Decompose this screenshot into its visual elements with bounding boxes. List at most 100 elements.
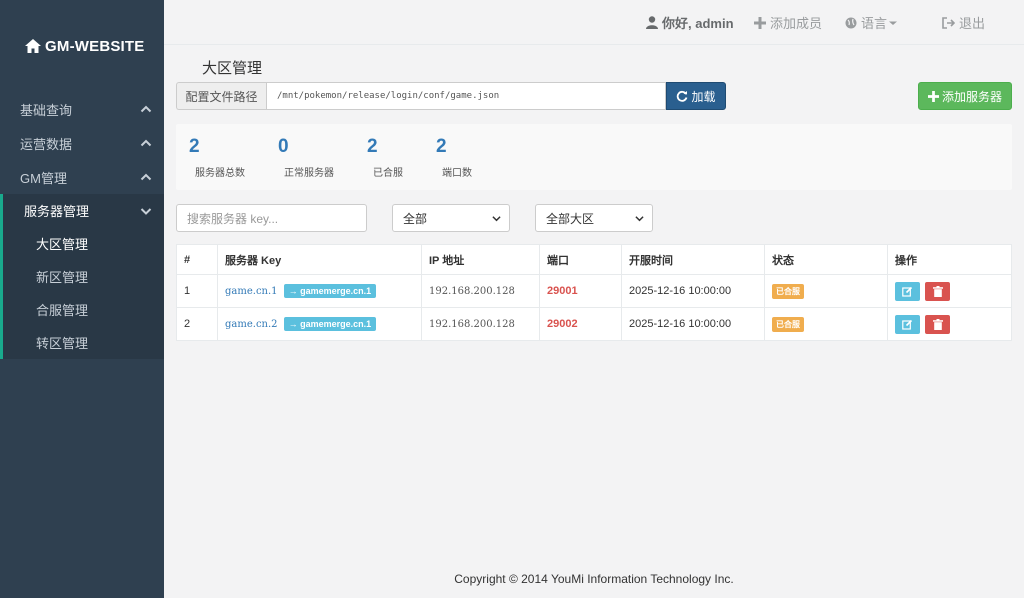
merge-target-label: → gamemerge.cn.1 xyxy=(283,317,377,331)
table-header-row: # 服务器 Key IP 地址 端口 开服时间 状态 操作 xyxy=(176,244,1012,275)
add-member-label: 添加成员 xyxy=(770,16,823,31)
status-badge: 已合服 xyxy=(772,316,804,332)
row-ip: 192.168.200.128 xyxy=(421,307,540,341)
chevron-up-icon xyxy=(140,173,152,181)
stat-label: 服务器总数 xyxy=(195,168,245,179)
globe-icon xyxy=(845,17,857,28)
table-row: 2 game.cn.2 → gamemerge.cn.1 192.168.200… xyxy=(176,307,1012,341)
edit-icon xyxy=(902,286,913,297)
row-open-time: 2025-12-16 10:00:00 xyxy=(621,274,765,308)
page-title: 大区管理 xyxy=(202,60,263,77)
load-button[interactable]: 加载 xyxy=(666,82,726,110)
row-actions xyxy=(887,274,1012,308)
stat-port-count: 2 端口数 xyxy=(436,136,472,179)
chevron-down-icon xyxy=(492,215,501,221)
delete-button[interactable] xyxy=(925,281,951,301)
delete-button[interactable] xyxy=(925,314,951,334)
footer-copyright: Copyright © 2014 YouMi Information Techn… xyxy=(454,572,734,586)
stat-number: 2 xyxy=(189,136,200,157)
greeting-text: 你好, admin xyxy=(662,16,734,31)
status-select[interactable]: 全部 xyxy=(392,204,510,232)
config-path-group: 配置文件路径 /mnt/pokemon/release/login/conf/g… xyxy=(176,82,726,110)
add-member-link[interactable]: 添加成员 xyxy=(754,0,822,45)
refresh-icon xyxy=(677,90,688,102)
submenu-item-new-region[interactable]: 新区管理 xyxy=(3,260,164,293)
col-open-time: 开服时间 xyxy=(621,244,765,275)
submenu-item-merge-server[interactable]: 合服管理 xyxy=(3,293,164,326)
region-select-value: 全部大区 xyxy=(546,211,595,226)
row-port: 29001 xyxy=(539,274,622,308)
stat-normal-servers: 0 正常服务器 xyxy=(278,136,334,179)
sign-out-icon xyxy=(942,16,955,29)
sidebar-item-server-management[interactable]: 服务器管理 xyxy=(0,194,164,227)
stat-number: 0 xyxy=(278,136,289,157)
trash-icon xyxy=(932,318,943,330)
sidebar-item-gm-management[interactable]: GM管理 xyxy=(0,160,164,194)
col-port: 端口 xyxy=(539,244,622,275)
submenu-item-transfer-region[interactable]: 转区管理 xyxy=(3,326,164,359)
row-ip: 192.168.200.128 xyxy=(421,274,540,308)
row-index: 1 xyxy=(176,274,218,308)
add-server-button[interactable]: 添加服务器 xyxy=(918,82,1012,110)
edit-button[interactable] xyxy=(895,281,920,301)
logout-link[interactable]: 退出 xyxy=(942,0,985,45)
sidebar-item-basic-query[interactable]: 基础查询 xyxy=(0,92,164,126)
plus-icon xyxy=(754,16,766,29)
stat-merged-servers: 2 已合服 xyxy=(367,136,403,179)
language-dropdown[interactable]: 语言 xyxy=(845,0,901,45)
row-server-key: game.cn.1 → gamemerge.cn.1 xyxy=(217,274,422,308)
merge-target-label: → gamemerge.cn.1 xyxy=(283,284,377,298)
sidebar-item-label: GM管理 xyxy=(20,170,67,186)
edit-button[interactable] xyxy=(895,314,920,334)
row-port: 29002 xyxy=(539,307,622,341)
status-badge: 已合服 xyxy=(772,283,804,299)
col-actions: 操作 xyxy=(887,244,1012,275)
stat-label: 已合服 xyxy=(373,168,403,179)
stat-total-servers: 2 服务器总数 xyxy=(189,136,245,179)
sidebar-item-label: 服务器管理 xyxy=(24,204,90,219)
chevron-up-icon xyxy=(140,139,152,147)
plus-icon xyxy=(927,90,939,102)
stat-number: 2 xyxy=(436,136,447,157)
caret-down-icon xyxy=(889,21,898,25)
language-label: 语言 xyxy=(861,16,888,31)
server-key-link[interactable]: game.cn.1 xyxy=(225,286,278,297)
sidebar: GM-WEBSITE 基础查询 运营数据 GM管理 服务器管理 大区管理 新区管… xyxy=(0,0,164,598)
user-icon xyxy=(646,16,658,29)
col-index: # xyxy=(176,244,218,275)
sidebar-item-operations-data[interactable]: 运营数据 xyxy=(0,126,164,160)
topbar: 你好, admin 添加成员 语言 退出 xyxy=(164,0,1024,45)
server-key-link[interactable]: game.cn.2 xyxy=(225,319,278,330)
row-status: 已合服 xyxy=(764,307,888,341)
row-status: 已合服 xyxy=(764,274,888,308)
home-icon xyxy=(25,39,41,53)
user-greeting[interactable]: 你好, admin xyxy=(646,0,734,45)
main-content: 大区管理 配置文件路径 /mnt/pokemon/release/login/c… xyxy=(164,45,1024,598)
add-server-label: 添加服务器 xyxy=(941,89,1002,104)
config-path-input[interactable]: /mnt/pokemon/release/login/conf/game.jso… xyxy=(266,82,666,110)
row-open-time: 2025-12-16 10:00:00 xyxy=(621,307,765,341)
stat-number: 2 xyxy=(367,136,378,157)
chevron-down-icon xyxy=(635,215,644,221)
col-status: 状态 xyxy=(764,244,888,275)
logout-label: 退出 xyxy=(959,16,986,31)
table-row: 1 game.cn.1 → gamemerge.cn.1 192.168.200… xyxy=(176,274,1012,308)
stat-label: 正常服务器 xyxy=(284,168,334,179)
brand-name: GM-WEBSITE xyxy=(45,37,145,55)
search-input[interactable]: 搜索服务器 key... xyxy=(176,204,367,232)
col-server-key: 服务器 Key xyxy=(217,244,422,275)
status-select-value: 全部 xyxy=(403,211,428,226)
submenu-item-region-management[interactable]: 大区管理 xyxy=(3,227,164,260)
server-table: # 服务器 Key IP 地址 端口 开服时间 状态 操作 1 game.cn.… xyxy=(176,244,1012,341)
row-index: 2 xyxy=(176,307,218,341)
stats-panel: 2 服务器总数 0 正常服务器 2 已合服 2 端口数 xyxy=(176,124,1012,190)
config-path-label: 配置文件路径 xyxy=(176,82,266,110)
brand[interactable]: GM-WEBSITE xyxy=(0,0,164,92)
stat-label: 端口数 xyxy=(442,168,472,179)
chevron-up-icon xyxy=(140,105,152,113)
trash-icon xyxy=(932,285,943,297)
sidebar-item-label: 运营数据 xyxy=(20,136,73,152)
edit-icon xyxy=(902,319,913,330)
region-select[interactable]: 全部大区 xyxy=(535,204,653,232)
chevron-down-icon xyxy=(140,207,152,215)
